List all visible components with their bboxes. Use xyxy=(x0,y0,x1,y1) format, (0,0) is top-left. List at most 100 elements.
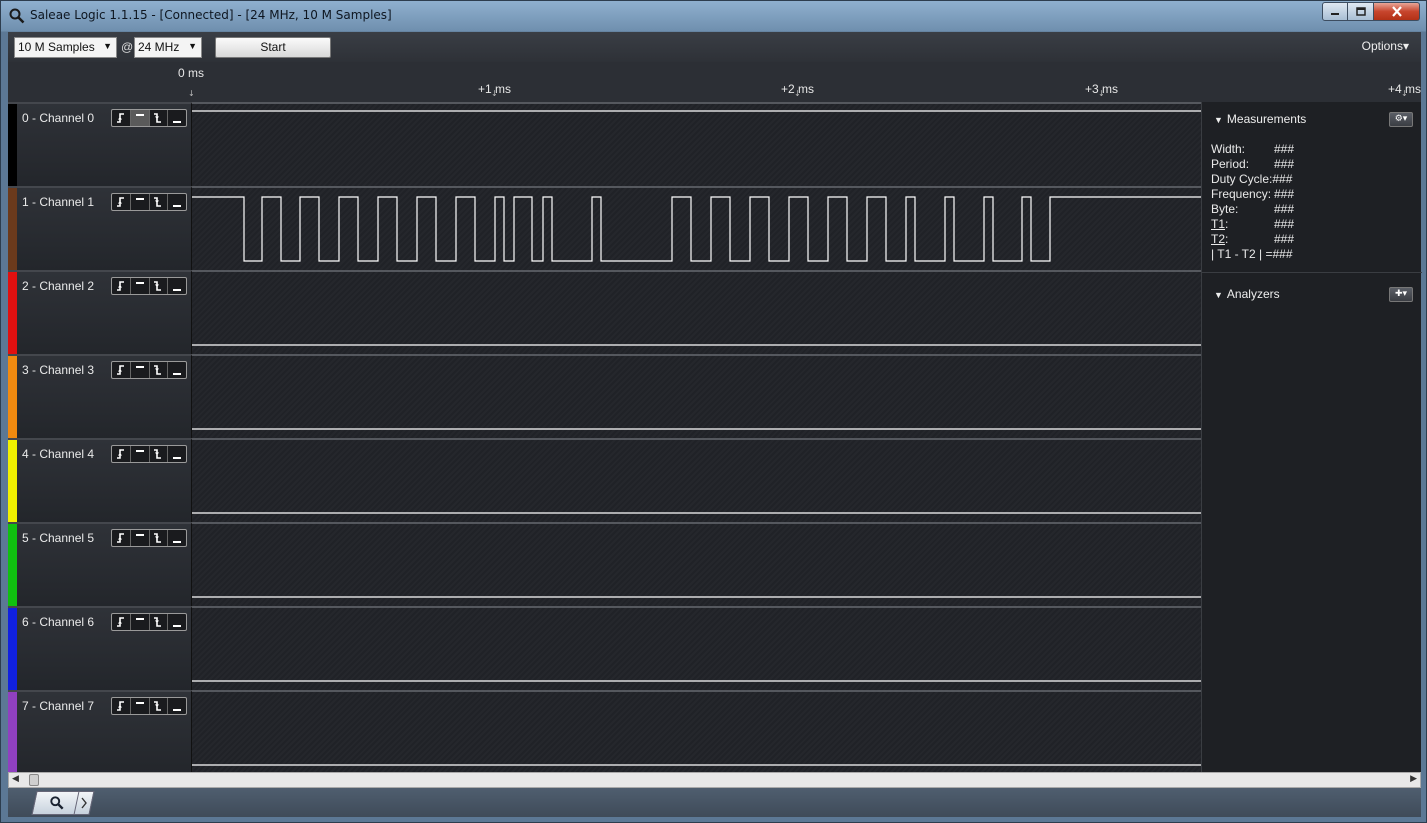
channel-waveform[interactable] xyxy=(191,354,1202,438)
measurement-row: Byte: ### xyxy=(1211,202,1294,217)
scroll-left-icon[interactable]: ◀ xyxy=(12,774,19,784)
collapse-triangle-icon: ▼ xyxy=(1214,115,1223,125)
channel-name[interactable]: 5 - Channel 5 xyxy=(22,531,94,545)
ruler-tick-mark: ↓ xyxy=(1098,89,1105,98)
time-ruler[interactable]: 0 ms ↓ +1 ms ↓ +2 ms ↓ +3 ms ↓ +4 ms ↓ xyxy=(8,62,1421,102)
channel-name[interactable]: 2 - Channel 2 xyxy=(22,279,94,293)
ruler-tick-mark: ↓ xyxy=(491,89,498,98)
channel-waveform[interactable] xyxy=(191,438,1202,522)
trigger-high-icon[interactable] xyxy=(131,614,150,630)
add-analyzer-button[interactable]: ✚▾ xyxy=(1389,287,1413,302)
trigger-rising-edge-icon[interactable] xyxy=(112,530,131,546)
ruler-origin-label: 0 ms xyxy=(178,66,205,80)
trigger-rising-edge-icon[interactable] xyxy=(112,194,131,210)
trigger-falling-edge-icon[interactable] xyxy=(150,194,169,210)
channel-label-panel[interactable]: 6 - Channel 6 xyxy=(8,606,191,692)
channel-waveform[interactable] xyxy=(191,186,1202,270)
trigger-rising-edge-icon[interactable] xyxy=(112,614,131,630)
scroll-right-icon[interactable]: ▶ xyxy=(1410,774,1417,784)
measurement-row: Width: ### xyxy=(1211,142,1294,157)
channel-label-panel[interactable]: 0 - Channel 0 xyxy=(8,102,191,188)
horizontal-scrollbar[interactable]: ◀ ▶ xyxy=(8,772,1421,788)
trigger-falling-edge-icon[interactable] xyxy=(150,614,169,630)
trigger-falling-edge-icon[interactable] xyxy=(150,698,169,714)
channel-name[interactable]: 0 - Channel 0 xyxy=(22,111,94,125)
channel-label-panel[interactable]: 1 - Channel 1 xyxy=(8,186,191,272)
scrollbar-thumb[interactable] xyxy=(29,774,39,786)
channel-waveform[interactable] xyxy=(191,606,1202,690)
channel-color-swatch xyxy=(8,356,17,440)
signal-line xyxy=(192,196,1202,262)
channel-name[interactable]: 3 - Channel 3 xyxy=(22,363,94,377)
trigger-rising-edge-icon[interactable] xyxy=(112,446,131,462)
trigger-falling-edge-icon[interactable] xyxy=(150,362,169,378)
channel-label-panel[interactable]: 4 - Channel 4 xyxy=(8,438,191,524)
channel-row: 1 - Channel 1 xyxy=(8,186,1202,272)
title-bar[interactable]: Saleae Logic 1.1.15 - [Connected] - [24 … xyxy=(1,1,1426,31)
trigger-low-icon[interactable] xyxy=(168,446,186,462)
maximize-button[interactable] xyxy=(1348,2,1374,21)
trigger-falling-edge-icon[interactable] xyxy=(150,530,169,546)
trigger-low-icon[interactable] xyxy=(168,278,186,294)
measurements-list: Width: ### Period: ### Duty Cycle: ### Freque… xyxy=(1211,142,1294,262)
channel-row: 0 - Channel 0 xyxy=(8,102,1202,188)
samples-select[interactable]: 10 M Samples ▼ xyxy=(14,37,117,58)
expand-tab[interactable] xyxy=(73,791,95,815)
measurement-value: ### xyxy=(1272,172,1293,186)
trigger-low-icon[interactable] xyxy=(168,698,186,714)
start-button[interactable]: Start xyxy=(215,37,331,58)
trigger-high-icon[interactable] xyxy=(131,530,150,546)
analyzers-title: Analyzers xyxy=(1226,287,1280,301)
channel-name[interactable]: 4 - Channel 4 xyxy=(22,447,94,461)
close-button[interactable] xyxy=(1374,2,1420,21)
channel-waveform[interactable] xyxy=(191,690,1202,774)
minimize-button[interactable] xyxy=(1322,2,1348,21)
trigger-falling-edge-icon[interactable] xyxy=(150,110,169,126)
measurement-settings-button[interactable]: ⚙▾ xyxy=(1389,112,1413,127)
ruler-tick-mark: ↓ xyxy=(1401,89,1408,98)
channel-name[interactable]: 1 - Channel 1 xyxy=(22,195,94,209)
search-icon xyxy=(50,796,64,810)
trigger-low-icon[interactable] xyxy=(168,614,186,630)
channel-label-panel[interactable]: 3 - Channel 3 xyxy=(8,354,191,440)
channel-list: 0 - Channel 0 1 - Channel 1 2 - Channel 2 3… xyxy=(8,102,1202,776)
trigger-high-icon[interactable] xyxy=(131,362,150,378)
channel-name[interactable]: 7 - Channel 7 xyxy=(22,699,94,713)
ruler-tick-mark: ↓ xyxy=(188,89,195,98)
channel-label-panel[interactable]: 2 - Channel 2 xyxy=(8,270,191,356)
trigger-buttons xyxy=(111,277,187,295)
trigger-falling-edge-icon[interactable] xyxy=(150,446,169,462)
plus-icon: ✚▾ xyxy=(1394,289,1408,299)
channel-label-panel[interactable]: 5 - Channel 5 xyxy=(8,522,191,608)
main-client-area: 10 M Samples ▼ @ 24 MHz ▼ Start Options▾… xyxy=(8,32,1422,817)
measurement-value: ### xyxy=(1274,142,1295,156)
trigger-rising-edge-icon[interactable] xyxy=(112,110,131,126)
analyzers-header[interactable]: ▼ Analyzers xyxy=(1214,287,1280,301)
trigger-rising-edge-icon[interactable] xyxy=(112,278,131,294)
trigger-high-icon[interactable] xyxy=(131,194,150,210)
measurements-header[interactable]: ▼ Measurements xyxy=(1214,112,1306,126)
channel-label-panel[interactable]: 7 - Channel 7 xyxy=(8,690,191,776)
trigger-buttons xyxy=(111,613,187,631)
trigger-high-icon[interactable] xyxy=(130,110,150,126)
trigger-high-icon[interactable] xyxy=(131,446,150,462)
trigger-low-icon[interactable] xyxy=(168,362,186,378)
trigger-low-icon[interactable] xyxy=(168,194,186,210)
sample-rate-select[interactable]: 24 MHz ▼ xyxy=(134,37,202,58)
trigger-high-icon[interactable] xyxy=(131,698,150,714)
channel-waveform[interactable] xyxy=(191,270,1202,354)
channel-name[interactable]: 6 - Channel 6 xyxy=(22,615,94,629)
channel-row: 5 - Channel 5 xyxy=(8,522,1202,608)
trigger-falling-edge-icon[interactable] xyxy=(150,278,169,294)
trigger-low-icon[interactable] xyxy=(168,110,186,126)
channel-row: 2 - Channel 2 xyxy=(8,270,1202,356)
trigger-high-icon[interactable] xyxy=(131,278,150,294)
trigger-rising-edge-icon[interactable] xyxy=(112,698,131,714)
options-menu[interactable]: Options▾ xyxy=(1362,39,1409,53)
channel-waveform[interactable] xyxy=(191,102,1202,186)
measurements-title: Measurements xyxy=(1226,112,1307,126)
trigger-low-icon[interactable] xyxy=(168,530,186,546)
samples-select-value: 10 M Samples xyxy=(18,40,95,54)
channel-waveform[interactable] xyxy=(191,522,1202,606)
trigger-rising-edge-icon[interactable] xyxy=(112,362,131,378)
